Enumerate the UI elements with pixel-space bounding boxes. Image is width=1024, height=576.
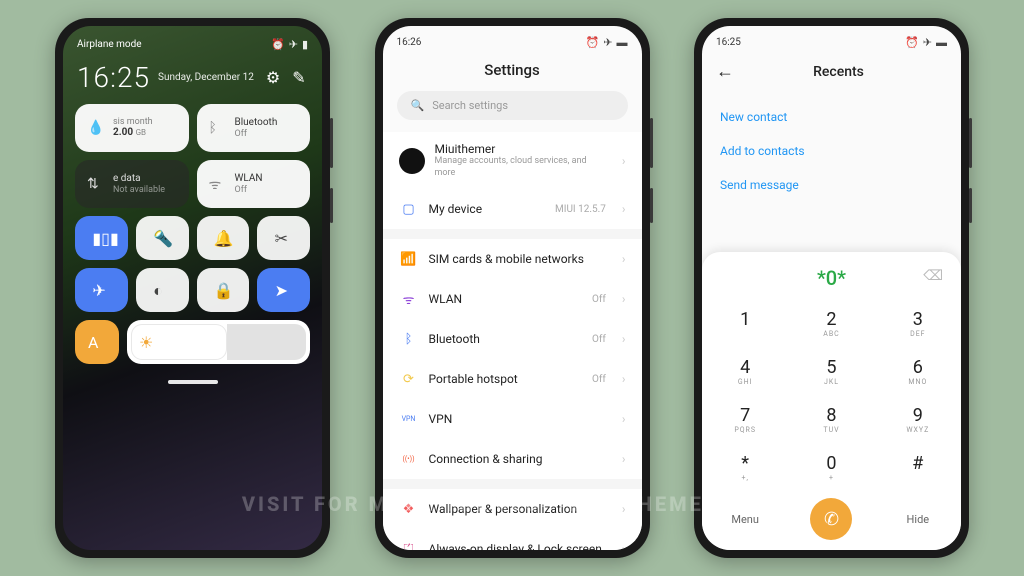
hide-button[interactable]: Hide xyxy=(875,513,961,526)
back-arrow-icon[interactable]: ← xyxy=(716,61,734,82)
clock-date: Sunday, December 12 xyxy=(158,72,256,83)
search-input[interactable]: 🔍 Search settings xyxy=(397,91,628,120)
darkmode-toggle[interactable]: ◐ xyxy=(136,268,189,312)
chevron-right-icon: › xyxy=(622,332,626,346)
sim-icon: ⇅ xyxy=(87,176,105,192)
dial-key[interactable]: 6MNO xyxy=(875,348,961,396)
row-icon: ((•)) xyxy=(399,449,419,469)
mobile-data-tile[interactable]: ⇅ e dataNot available xyxy=(75,160,189,208)
status-time: 16:26 xyxy=(397,37,422,48)
status-icons: ⏰✈▬ xyxy=(586,36,628,49)
phone-control-center: Airplane mode ⏰✈▮ 16:25 Sunday, December… xyxy=(55,18,330,558)
status-bar: 16:26 ⏰✈▬ xyxy=(383,26,642,53)
status-bar: 16:25 ⏰✈▬ xyxy=(702,26,961,53)
dial-key[interactable]: 3DEF xyxy=(875,300,961,348)
dial-key[interactable]: *+, xyxy=(702,444,788,492)
phone-dialer: 16:25 ⏰✈▬ ← Recents New contactAdd to co… xyxy=(694,18,969,558)
my-device-row[interactable]: ▢ My device MIUI 12.5.7 › xyxy=(383,189,642,229)
row-icon: VPN xyxy=(399,409,419,429)
chevron-right-icon: › xyxy=(622,412,626,426)
row-icon: ❖ xyxy=(399,499,419,519)
call-button[interactable]: ✆ xyxy=(810,498,852,540)
dial-key[interactable]: 7PQRS xyxy=(702,396,788,444)
chevron-right-icon: › xyxy=(622,252,626,266)
phone-settings: 16:26 ⏰✈▬ Settings 🔍 Search settings Miu… xyxy=(375,18,650,558)
phone-icon: ✆ xyxy=(824,509,839,530)
airplane-toggle[interactable]: ✈ xyxy=(75,268,128,312)
bluetooth-icon: ᛒ xyxy=(209,120,227,136)
page-title: Recents xyxy=(748,64,929,80)
menu-button[interactable]: Menu xyxy=(702,513,788,526)
dial-key[interactable]: 4GHI xyxy=(702,348,788,396)
account-row[interactable]: MiuithemerManage accounts, cloud service… xyxy=(383,132,642,189)
status-time: 16:25 xyxy=(716,37,741,48)
settings-row[interactable]: 📶SIM cards & mobile networks› xyxy=(383,239,642,279)
chevron-right-icon: › xyxy=(622,202,626,216)
dial-key[interactable]: 9WXYZ xyxy=(875,396,961,444)
backspace-icon[interactable]: ⌫ xyxy=(923,268,943,284)
screenshot-toggle[interactable]: ✂ xyxy=(257,216,310,260)
search-icon: 🔍 xyxy=(411,99,425,112)
flashlight-toggle[interactable]: 🔦 xyxy=(136,216,189,260)
settings-row[interactable]: VPNVPN› xyxy=(383,399,642,439)
row-icon: 📶 xyxy=(399,249,419,269)
settings-row[interactable]: ❖Wallpaper & personalization› xyxy=(383,489,642,529)
status-bar: Airplane mode ⏰✈▮ xyxy=(63,26,322,55)
chevron-right-icon: › xyxy=(622,372,626,386)
settings-row[interactable]: ᯤWLANOff› xyxy=(383,279,642,319)
dial-key[interactable]: 8TUV xyxy=(788,396,874,444)
page-title: Settings xyxy=(383,53,642,91)
wifi-icon: ᯤ xyxy=(209,175,227,194)
wlan-tile[interactable]: ᯤ WLANOff xyxy=(197,160,311,208)
sun-icon: ☀ xyxy=(139,333,153,352)
dialed-number: *0* ⌫ xyxy=(702,262,961,300)
chevron-right-icon: › xyxy=(622,542,626,550)
chevron-right-icon: › xyxy=(622,502,626,516)
status-icons: ⏰✈▮ xyxy=(271,38,308,51)
settings-row[interactable]: ((•))Connection & sharing› xyxy=(383,439,642,479)
chevron-right-icon: › xyxy=(622,154,626,168)
drag-handle[interactable] xyxy=(168,380,218,384)
chevron-right-icon: › xyxy=(622,292,626,306)
action-link[interactable]: New contact xyxy=(720,100,943,134)
settings-row[interactable]: ⟳Portable hotspotOff› xyxy=(383,359,642,399)
dial-key[interactable]: 0+ xyxy=(788,444,874,492)
dial-key[interactable]: 2ABC xyxy=(788,300,874,348)
edit-pencil-icon[interactable]: ✎ xyxy=(290,69,308,87)
avatar-icon xyxy=(399,148,425,174)
brightness-slider[interactable]: ☀ xyxy=(127,320,310,364)
row-icon: ᛒ xyxy=(399,329,419,349)
settings-row[interactable]: ᛒBluetoothOff› xyxy=(383,319,642,359)
dial-key[interactable]: 5JKL xyxy=(788,348,874,396)
action-link[interactable]: Send message xyxy=(720,168,943,202)
vibrate-toggle[interactable]: ▮▯▮ xyxy=(75,216,128,260)
lock-toggle[interactable]: 🔒 xyxy=(197,268,250,312)
chevron-right-icon: › xyxy=(622,452,626,466)
status-text: Airplane mode xyxy=(77,39,142,50)
row-icon: ᯤ xyxy=(399,289,419,309)
data-usage-tile[interactable]: 💧 sis month2.00 GB xyxy=(75,104,189,152)
location-toggle[interactable]: ➤ xyxy=(257,268,310,312)
device-icon: ▢ xyxy=(399,199,419,219)
dnd-toggle[interactable]: 🔔 xyxy=(197,216,250,260)
row-icon: ⏍ xyxy=(399,539,419,550)
clock-time: 16:25 xyxy=(77,61,150,94)
auto-brightness-toggle[interactable]: A xyxy=(75,320,119,364)
dialpad-panel: *0* ⌫ 12ABC3DEF 4GHI5JKL6MNO 7PQRS8TUV9WXY… xyxy=(702,252,961,550)
action-link[interactable]: Add to contacts xyxy=(720,134,943,168)
dial-key[interactable]: 1 xyxy=(702,300,788,348)
settings-row[interactable]: ⏍Always-on display & Lock screen› xyxy=(383,529,642,550)
droplet-icon: 💧 xyxy=(87,120,105,136)
bluetooth-tile[interactable]: ᛒ BluetoothOff xyxy=(197,104,311,152)
settings-gear-icon[interactable]: ⚙ xyxy=(264,69,282,87)
dial-key[interactable]: # xyxy=(875,444,961,492)
row-icon: ⟳ xyxy=(399,369,419,389)
status-icons: ⏰✈▬ xyxy=(905,36,947,49)
